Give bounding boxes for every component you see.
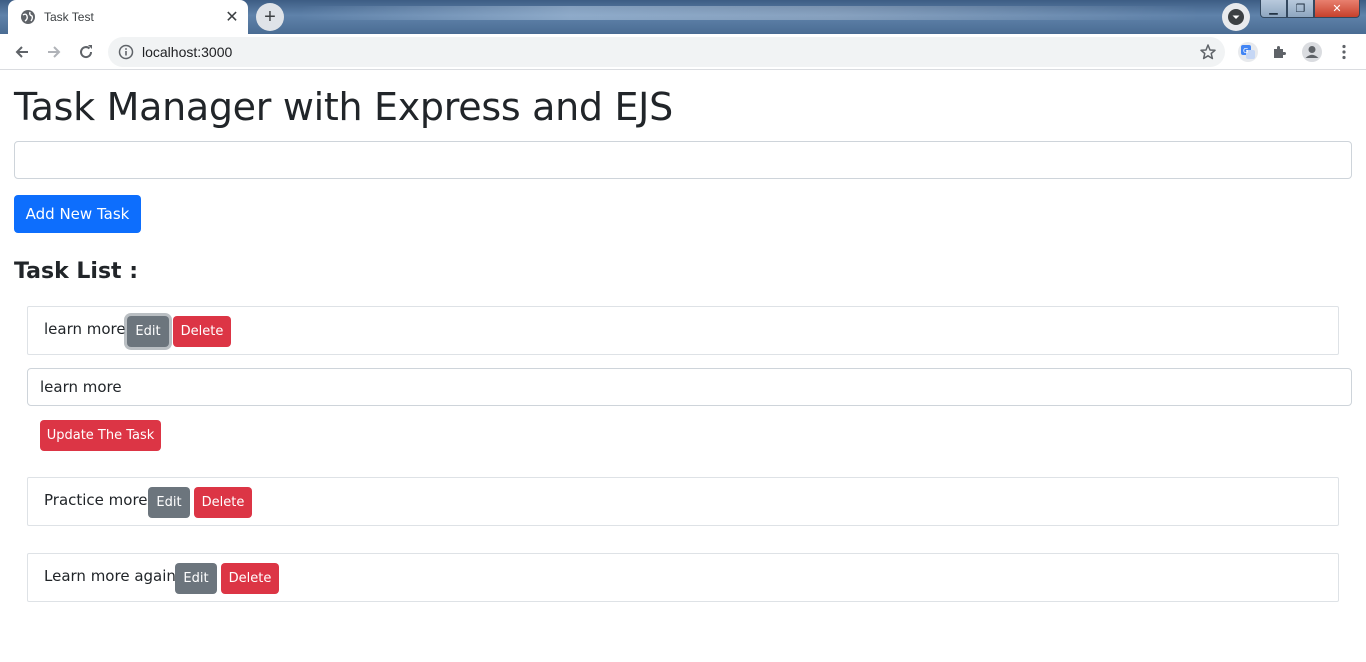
window-background — [300, 6, 1200, 20]
svg-text:G: G — [1243, 47, 1248, 55]
edit-task-input[interactable] — [27, 368, 1352, 406]
edit-task-button[interactable]: Edit — [148, 487, 190, 518]
page-title: Task Manager with Express and EJS — [14, 85, 673, 129]
close-icon[interactable]: ✕ — [222, 7, 242, 27]
profile-button[interactable] — [1298, 38, 1326, 66]
translate-icon: G — [1238, 42, 1258, 62]
reload-icon — [80, 45, 93, 59]
chevron-down-icon — [1228, 9, 1244, 25]
globe-icon — [20, 9, 36, 25]
delete-task-button[interactable]: Delete — [221, 563, 279, 594]
translate-extension-button[interactable]: G — [1234, 38, 1262, 66]
task-text: Practice more — [44, 491, 148, 509]
window-controls: ▁ ❐ ✕ — [1260, 0, 1360, 18]
task-text: Learn more again — [44, 567, 176, 585]
star-icon[interactable] — [1199, 43, 1217, 61]
browser-tab[interactable]: Task Test ✕ — [8, 0, 248, 34]
extensions-button[interactable] — [1266, 38, 1294, 66]
tab-title: Task Test — [44, 10, 94, 24]
info-icon[interactable] — [118, 44, 134, 60]
page-content: Task Manager with Express and EJS Add Ne… — [0, 71, 1366, 662]
delete-task-button[interactable]: Delete — [173, 316, 231, 347]
add-task-button[interactable]: Add New Task — [14, 195, 141, 233]
browser-tab-strip: Task Test ✕ + ▁ ❐ ✕ — [0, 0, 1366, 34]
edit-task-button[interactable]: Edit — [175, 563, 217, 594]
task-list-heading: Task List : — [14, 259, 139, 284]
url-text: localhost:3000 — [142, 44, 233, 60]
puzzle-icon — [1274, 46, 1286, 58]
minimize-button[interactable]: ▁ — [1260, 0, 1287, 18]
address-bar[interactable]: localhost:3000 — [108, 37, 1225, 67]
forward-icon — [48, 46, 61, 58]
task-text: learn more — [44, 320, 126, 338]
update-task-button[interactable]: Update The Task — [40, 420, 161, 451]
back-button[interactable] — [8, 38, 36, 66]
task-item: Practice more Edit Delete — [27, 477, 1339, 526]
plus-icon[interactable]: + — [256, 3, 284, 31]
delete-task-button[interactable]: Delete — [194, 487, 252, 518]
back-icon — [15, 46, 28, 58]
window-close-button[interactable]: ✕ — [1314, 0, 1360, 18]
account-icon — [1302, 42, 1322, 62]
browser-toolbar: localhost:3000 G — [0, 34, 1366, 70]
kebab-menu-icon — [1342, 44, 1346, 60]
tab-search-button[interactable] — [1222, 3, 1250, 31]
browser-menu-button[interactable] — [1330, 38, 1358, 66]
edit-task-button[interactable]: Edit — [127, 316, 169, 347]
forward-button[interactable] — [40, 38, 68, 66]
restore-button[interactable]: ❐ — [1287, 0, 1314, 18]
new-task-input[interactable] — [14, 141, 1352, 179]
task-item: Learn more again Edit Delete — [27, 553, 1339, 602]
reload-button[interactable] — [72, 38, 100, 66]
task-item: learn more Edit Delete — [27, 306, 1339, 355]
